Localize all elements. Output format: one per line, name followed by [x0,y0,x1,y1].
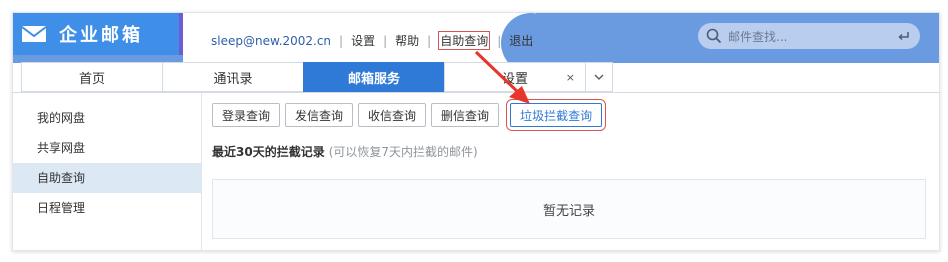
divider: | [383,33,388,48]
tab-mailbox-service[interactable]: 邮箱服务 [303,62,444,92]
divider: | [427,33,432,48]
logo[interactable]: 企业邮箱 [13,13,183,55]
main-tabs: 首页 通讯录 邮箱服务 设置 × [21,62,613,92]
tab-label: 首页 [78,71,105,87]
search-input[interactable]: 邮件查找... [728,28,898,45]
tab-home[interactable]: 首页 [21,62,162,92]
spam-block-query-button[interactable]: 垃圾拦截查询 [506,99,607,131]
mail-search-box[interactable]: 邮件查找... [698,23,920,49]
login-query-button[interactable]: 登录查询 [212,103,281,127]
tab-contacts[interactable]: 通讯录 [162,62,303,92]
tab-label: 邮箱服务 [347,71,400,87]
divider: | [339,33,344,48]
logo-text: 企业邮箱 [59,25,143,46]
chevron-down-icon [594,74,604,80]
enter-icon[interactable] [898,31,910,41]
main-content: 登录查询 发信查询 收信查询 删信查询 垃圾拦截查询 最近30天的拦截记录 (可以… [212,93,932,250]
help-link[interactable]: 帮助 [395,32,419,49]
received-query-button[interactable]: 收信查询 [358,103,427,127]
empty-state-text: 暂无记录 [542,203,595,219]
top-navigation: sleep@new.2002.cn | 设置 | 帮助 | 自助查询 | 退出 [211,31,533,50]
close-icon[interactable]: × [566,71,575,84]
query-button-row: 登录查询 发信查询 收信查询 删信查询 垃圾拦截查询 [212,99,607,131]
section-hint: (可以恢复7天内拦截的邮件) [328,145,478,159]
user-email-link[interactable]: sleep@new.2002.cn [211,34,331,48]
mail-app-window: 企业邮箱 sleep@new.2002.cn | 设置 | 帮助 | 自助查询 … [12,12,940,251]
sidebar-item-self-service-query[interactable]: 自助查询 [13,163,201,193]
empty-results-panel: 暂无记录 [212,179,926,239]
section-title-text: 最近30天的拦截记录 [212,145,325,159]
sidebar-item-my-drive[interactable]: 我的网盘 [13,103,201,133]
sidebar: 我的网盘 共享网盘 自助查询 日程管理 [13,93,202,250]
section-title: 最近30天的拦截记录 (可以恢复7天内拦截的邮件) [212,143,478,160]
tab-label: 通讯录 [213,71,253,87]
self-service-query-link[interactable]: 自助查询 [438,31,491,50]
divider: | [497,33,502,48]
tabs-dropdown-button[interactable] [585,62,613,92]
tab-label: 设置 [501,71,528,87]
sent-query-button[interactable]: 发信查询 [285,103,354,127]
search-icon [706,28,722,44]
deleted-query-button[interactable]: 删信查询 [431,103,500,127]
envelope-icon [21,26,47,42]
header-bar: 企业邮箱 sleep@new.2002.cn | 设置 | 帮助 | 自助查询 … [13,13,939,73]
sidebar-item-schedule[interactable]: 日程管理 [13,193,201,223]
tab-settings[interactable]: 设置 × [444,62,585,92]
settings-link[interactable]: 设置 [351,32,375,49]
sidebar-item-shared-drive[interactable]: 共享网盘 [13,133,201,163]
logout-link[interactable]: 退出 [509,32,533,49]
page-frame: 企业邮箱 sleep@new.2002.cn | 设置 | 帮助 | 自助查询 … [0,0,948,262]
